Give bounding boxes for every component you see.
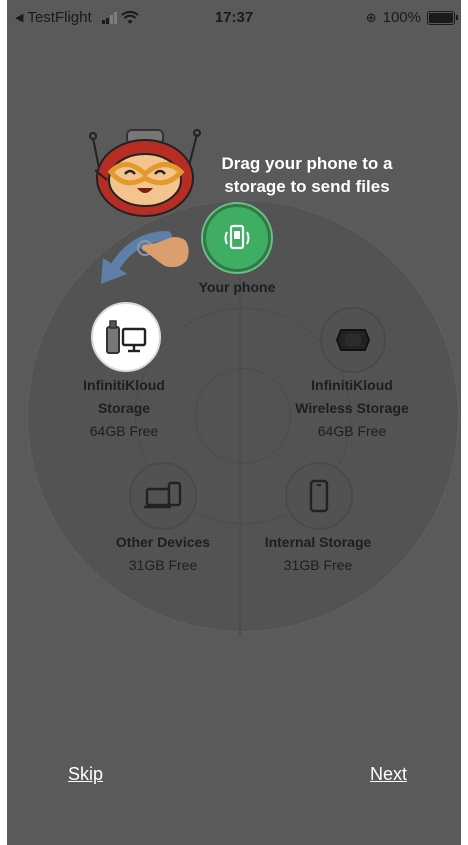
hand-pointer-icon xyxy=(137,237,189,268)
battery-percent: 100% xyxy=(382,9,421,26)
storage-wireless-label: InfinitiKloud Wireless Storage 64GB Free xyxy=(289,374,415,443)
drag-instruction: Drag your phone to a storage to send fil… xyxy=(221,154,393,196)
storage-free: 31GB Free xyxy=(283,557,353,573)
status-bar: ◀ TestFlight 17:37 ⊕ 100% xyxy=(7,0,461,40)
storage-other-devices-label: Other Devices 31GB Free xyxy=(103,531,223,577)
storage-internal-button[interactable] xyxy=(285,462,353,530)
mascot-icon xyxy=(89,129,201,217)
wireless-drive-icon xyxy=(335,329,371,351)
usb-drive-to-computer-icon xyxy=(106,320,147,354)
skip-link[interactable]: Skip xyxy=(68,764,103,785)
storage-name-line2: Wireless Storage xyxy=(295,400,409,416)
smartphone-icon xyxy=(309,479,329,513)
onboarding-screen: ◀ TestFlight 17:37 ⊕ 100% Drag your phon… xyxy=(7,0,461,845)
storage-name-line2: Storage xyxy=(97,400,151,416)
your-phone-label: Your phone xyxy=(198,279,276,295)
radar-inner-ring xyxy=(195,368,291,464)
storage-other-devices-button[interactable] xyxy=(129,462,197,530)
your-phone-handle[interactable] xyxy=(203,204,271,272)
storage-infinitikloud-button[interactable] xyxy=(91,302,161,372)
storage-name-line1: Internal Storage xyxy=(264,534,372,550)
storage-wireless-button[interactable] xyxy=(320,307,386,373)
battery-icon xyxy=(427,10,458,25)
phone-vibrate-icon xyxy=(224,224,250,250)
storage-infinitikloud-label: InfinitiKloud Storage 64GB Free xyxy=(71,374,177,443)
storage-internal-label: Internal Storage 31GB Free xyxy=(253,531,383,577)
next-link[interactable]: Next xyxy=(370,764,407,785)
storage-name-line1: InfinitiKloud xyxy=(83,377,165,393)
storage-free: 31GB Free xyxy=(128,557,198,573)
storage-name-line1: InfinitiKloud xyxy=(311,377,393,393)
storage-name-line1: Other Devices xyxy=(115,534,211,550)
storage-free: 64GB Free xyxy=(89,423,159,439)
devices-icon xyxy=(144,481,182,509)
orientation-lock-icon: ⊕ xyxy=(365,9,377,25)
storage-free: 64GB Free xyxy=(317,423,387,439)
